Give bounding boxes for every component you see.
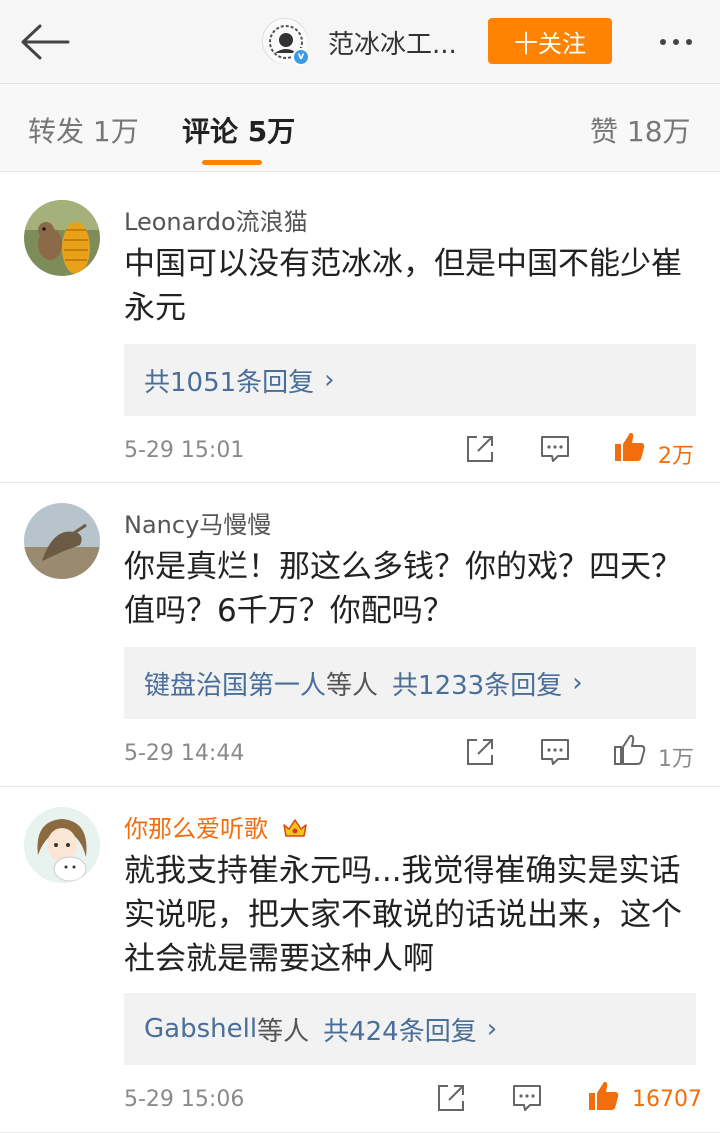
tab-comments[interactable]: 评论 5万 (182, 110, 295, 150)
chevron-right-icon: › (572, 668, 583, 698)
share-icon[interactable] (434, 1081, 468, 1115)
follow-button[interactable]: 十关注 (488, 18, 612, 64)
account-avatar[interactable]: v (262, 18, 310, 66)
comment-text: 中国可以没有范冰冰，但是中国不能少崔永元 (124, 246, 682, 326)
like-count[interactable]: 1万 (658, 741, 694, 773)
replies-summary-button[interactable]: 键盘治国第一人 等人 共1233条回复 › (124, 647, 696, 719)
crown-badge-icon (282, 819, 307, 837)
top-nav-bar: v 范冰冰工... 十关注 (0, 0, 720, 84)
comment-timestamp: 5-29 14:44 (124, 741, 245, 766)
squirrel-avatar-image (24, 200, 100, 276)
comment-text: 你是真烂！那这么多钱？你的戏？四天？值吗？6千万？你配吗？ (124, 549, 682, 629)
reply-count: 共1233条回复 (392, 670, 563, 701)
more-dot-icon (686, 39, 692, 45)
like-count[interactable]: 16707 (632, 1087, 702, 1112)
comment-timestamp: 5-29 15:06 (124, 1087, 245, 1112)
comment-icon[interactable] (538, 735, 572, 769)
comment-item: Leonardo流浪猫 中国可以没有范冰冰，但是中国不能少崔永元 共1051条回… (0, 180, 720, 483)
chevron-right-icon: › (486, 1014, 498, 1044)
comment-timestamp: 5-29 15:01 (124, 438, 245, 463)
reply-count: 共1051条回复 (144, 367, 315, 398)
account-name[interactable]: 范冰冰工... (328, 24, 457, 61)
more-dot-icon (660, 39, 666, 45)
reply-users-suffix: 等人 (326, 670, 379, 701)
comment-item: 你那么爱听歌 就我支持崔永元吗...我觉得崔确实是实话实说呢，把大家不敢说的话说… (0, 787, 720, 1133)
tab-likes[interactable]: 赞 18万 (590, 110, 691, 150)
more-options-button[interactable] (648, 28, 704, 56)
replies-summary-button[interactable]: 共1051条回复 › (124, 344, 696, 416)
comment-username[interactable]: Leonardo流浪猫 (124, 202, 308, 237)
user-avatar[interactable] (24, 807, 100, 883)
tab-bar: 转发 1万 评论 5万 赞 18万 (0, 84, 720, 172)
user-avatar[interactable] (24, 503, 100, 579)
like-count[interactable]: 2万 (658, 438, 694, 470)
user-avatar[interactable] (24, 200, 100, 276)
replies-summary-button[interactable]: Gabshell 等人 共424条回复 › (124, 993, 696, 1065)
comment-item: Nancy马慢慢 你是真烂！那这么多钱？你的戏？四天？值吗？6千万？你配吗？ 键… (0, 483, 720, 787)
verified-badge-icon: v (292, 48, 310, 66)
like-thumb-icon[interactable] (586, 1079, 620, 1113)
share-icon[interactable] (463, 432, 497, 466)
comment-list: Leonardo流浪猫 中国可以没有范冰冰，但是中国不能少崔永元 共1051条回… (0, 180, 720, 1133)
comment-icon[interactable] (510, 1081, 544, 1115)
landscape-avatar-image (24, 503, 100, 579)
like-thumb-icon[interactable] (612, 733, 646, 767)
comment-username[interactable]: 你那么爱听歌 (124, 809, 308, 844)
anime-girl-avatar-image (24, 807, 100, 883)
more-dot-icon (673, 39, 679, 45)
back-button[interactable] (16, 18, 72, 66)
reply-count: 共424条回复 (323, 1016, 477, 1047)
chevron-right-icon: › (324, 365, 335, 395)
vip-username-text: 你那么爱听歌 (124, 815, 268, 843)
reply-users-suffix: 等人 (257, 1016, 310, 1047)
comment-icon[interactable] (538, 432, 572, 466)
like-thumb-icon[interactable] (612, 430, 646, 464)
share-icon[interactable] (463, 735, 497, 769)
tab-reposts[interactable]: 转发 1万 (28, 110, 139, 150)
reply-users[interactable]: Gabshell (144, 1014, 257, 1044)
active-tab-indicator (202, 160, 262, 165)
comment-username[interactable]: Nancy马慢慢 (124, 505, 271, 540)
reply-users[interactable]: 键盘治国第一人 (144, 665, 326, 702)
back-arrow-icon (21, 24, 70, 60)
comment-text: 就我支持崔永元吗...我觉得崔确实是实话实说呢，把大家不敢说的话说出来，这个社会… (124, 853, 682, 977)
